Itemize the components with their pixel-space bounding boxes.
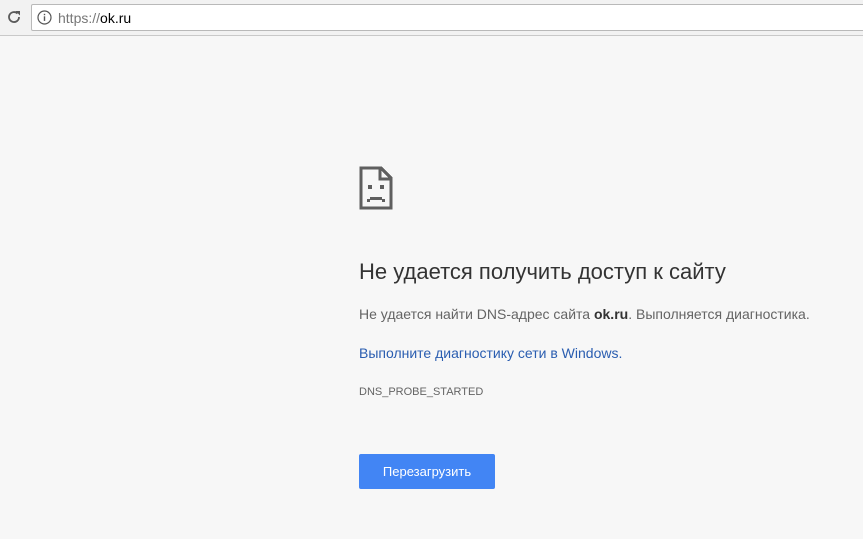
- info-icon[interactable]: [37, 10, 52, 25]
- url-scheme: https://: [58, 10, 101, 26]
- reload-button[interactable]: Перезагрузить: [359, 454, 495, 489]
- browser-toolbar: https://ok.ru: [0, 0, 863, 36]
- error-description: Не удается найти DNS-адрес сайта ok.ru. …: [359, 304, 810, 324]
- description-host: ok.ru: [593, 306, 629, 322]
- run-diagnostics-link[interactable]: Выполните диагностику сети в Windows.: [359, 343, 622, 363]
- sad-page-icon: [359, 166, 393, 210]
- url-text[interactable]: https://ok.ru: [58, 10, 131, 26]
- reload-icon[interactable]: [4, 7, 24, 27]
- description-text: Не удается найти DNS-адрес сайта: [359, 306, 594, 322]
- address-bar[interactable]: https://ok.ru: [31, 4, 863, 31]
- url-host: ok.ru: [100, 10, 132, 26]
- error-title: Не удается получить доступ к сайту: [359, 259, 726, 284]
- description-suffix: . Выполняется диагностика.: [628, 306, 810, 322]
- error-code: DNS_PROBE_STARTED: [359, 386, 484, 398]
